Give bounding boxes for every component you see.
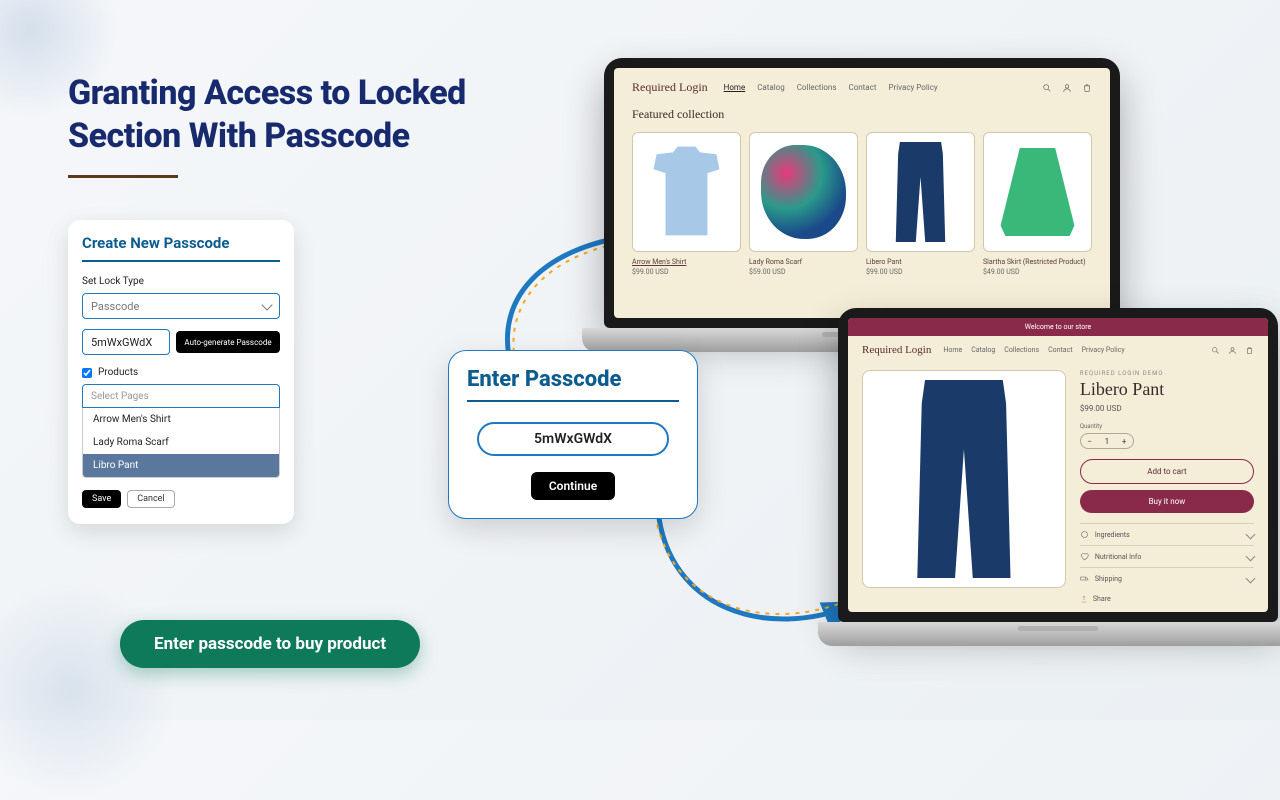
product-name: Slartha Skirt (Restricted Product): [983, 258, 1092, 266]
nav-home[interactable]: Home: [943, 346, 962, 354]
headline-underline: [68, 175, 178, 178]
nav-contact[interactable]: Contact: [848, 83, 876, 92]
buy-now-button[interactable]: Buy it now: [1080, 490, 1254, 513]
product-name: Libero Pant: [866, 258, 975, 266]
accordion-nutrition[interactable]: Nutritional Info: [1080, 545, 1254, 567]
store-header: Required Login Home Catalog Collections …: [632, 80, 1092, 95]
cta-button[interactable]: Enter passcode to buy product: [120, 620, 420, 668]
store-logo[interactable]: Required Login: [632, 80, 708, 95]
user-icon[interactable]: [1062, 83, 1072, 93]
chevron-down-icon: [1246, 530, 1256, 540]
product-image: [749, 132, 858, 252]
product-card[interactable]: Libero Pant $99.00 USD: [866, 132, 975, 276]
product-price: $99.00 USD: [632, 268, 741, 276]
product-price: $99.00 USD: [1080, 404, 1254, 413]
enter-passcode-input[interactable]: 5mWxGWdX: [477, 422, 669, 456]
ingredient-icon: [1080, 530, 1089, 539]
share-button[interactable]: Share: [1080, 595, 1254, 603]
pages-option-selected[interactable]: Libro Pant: [83, 454, 279, 477]
product-image: [983, 132, 1092, 252]
search-icon[interactable]: [1042, 83, 1052, 93]
nav-collections[interactable]: Collections: [1004, 346, 1039, 354]
page-headline: Granting Access to Locked Section With P…: [68, 72, 466, 178]
product-card[interactable]: Lady Roma Scarf $59.00 USD: [749, 132, 858, 276]
headline-line1: Granting Access to Locked: [68, 73, 466, 113]
nav-collections[interactable]: Collections: [797, 83, 837, 92]
nav-contact[interactable]: Contact: [1048, 346, 1072, 354]
headline-line2: Section With Passcode: [68, 116, 410, 156]
store-logo[interactable]: Required Login: [862, 344, 931, 356]
laptop-base: [818, 622, 1280, 646]
minus-icon[interactable]: −: [1087, 437, 1092, 446]
product-hero-image: [862, 370, 1066, 588]
create-card-title: Create New Passcode: [82, 234, 280, 262]
product-card[interactable]: Slartha Skirt (Restricted Product) $49.0…: [983, 132, 1092, 276]
lock-type-value: Passcode: [91, 300, 139, 313]
products-checkbox[interactable]: [82, 368, 92, 378]
enter-title: Enter Passcode: [467, 367, 679, 402]
truck-icon: [1080, 574, 1089, 583]
featured-title: Featured collection: [632, 107, 1092, 122]
lock-type-select[interactable]: Passcode: [82, 293, 280, 319]
cancel-button[interactable]: Cancel: [127, 490, 174, 508]
chevron-down-icon: [261, 299, 272, 310]
accordion-ingredients[interactable]: Ingredients: [1080, 523, 1254, 545]
store-nav: Home Catalog Collections Contact Privacy…: [943, 346, 1124, 354]
nav-catalog[interactable]: Catalog: [757, 83, 785, 92]
chevron-down-icon: [1246, 552, 1256, 562]
product-name: Arrow Men's Shirt: [632, 258, 741, 266]
lock-type-label: Set Lock Type: [82, 276, 280, 287]
glow-decor: [0, 580, 180, 800]
pages-combo[interactable]: Select Pages Arrow Men's Shirt Lady Roma…: [82, 384, 280, 478]
bag-icon[interactable]: [1082, 83, 1092, 93]
store-header: Required Login Home Catalog Collections …: [848, 336, 1268, 364]
nav-privacy[interactable]: Privacy Policy: [888, 83, 937, 92]
search-icon[interactable]: [1211, 346, 1220, 355]
announcement-bar: Welcome to our store: [848, 318, 1268, 336]
plus-icon[interactable]: +: [1122, 437, 1127, 446]
pages-option-list: Arrow Men's Shirt Lady Roma Scarf Libro …: [82, 408, 280, 478]
heart-icon: [1080, 552, 1089, 561]
product-name: Lady Roma Scarf: [749, 258, 858, 266]
auto-generate-button[interactable]: Auto-generate Passcode: [176, 331, 280, 353]
passcode-input[interactable]: 5mWxGWdX: [82, 329, 170, 355]
products-check-label: Products: [98, 367, 138, 378]
accordion-shipping[interactable]: Shipping: [1080, 567, 1254, 589]
quantity-label: Quantity: [1080, 423, 1254, 430]
quantity-value: 1: [1105, 437, 1110, 446]
nav-privacy[interactable]: Privacy Policy: [1082, 346, 1125, 354]
product-price: $59.00 USD: [749, 268, 858, 276]
bag-icon[interactable]: [1245, 346, 1254, 355]
product-vendor: Required Login Demo: [1080, 370, 1254, 377]
product-price: $49.00 USD: [983, 268, 1092, 276]
create-passcode-card: Create New Passcode Set Lock Type Passco…: [68, 220, 294, 524]
product-title: Libero Pant: [1080, 379, 1254, 400]
enter-passcode-card: Enter Passcode 5mWxGWdX Continue: [448, 350, 698, 519]
save-button[interactable]: Save: [82, 490, 121, 508]
product-card[interactable]: Arrow Men's Shirt $99.00 USD: [632, 132, 741, 276]
nav-catalog[interactable]: Catalog: [971, 346, 995, 354]
continue-button[interactable]: Continue: [531, 472, 615, 500]
quantity-stepper[interactable]: − 1 +: [1080, 433, 1134, 449]
share-icon: [1080, 595, 1088, 603]
user-icon[interactable]: [1228, 346, 1237, 355]
pages-placeholder: Select Pages: [82, 384, 280, 408]
product-price: $99.00 USD: [866, 268, 975, 276]
product-image: [632, 132, 741, 252]
product-image: [866, 132, 975, 252]
chevron-down-icon: [1246, 574, 1256, 584]
store-nav: Home Catalog Collections Contact Privacy…: [724, 83, 938, 92]
pages-option[interactable]: Lady Roma Scarf: [83, 431, 279, 454]
add-to-cart-button[interactable]: Add to cart: [1080, 459, 1254, 484]
pages-option[interactable]: Arrow Men's Shirt: [83, 408, 279, 431]
laptop-product-preview: Welcome to our store Required Login Home…: [838, 308, 1278, 646]
nav-home[interactable]: Home: [724, 83, 746, 92]
